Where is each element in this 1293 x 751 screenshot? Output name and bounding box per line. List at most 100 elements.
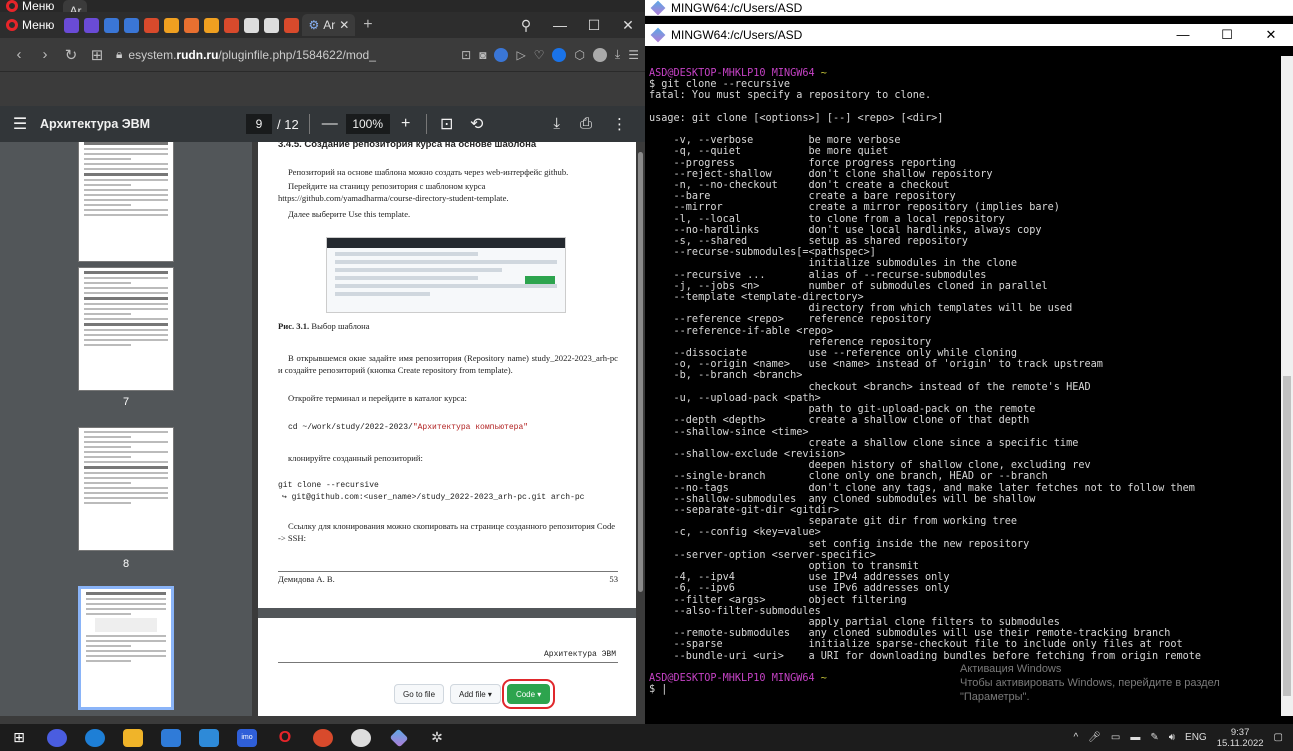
tab-icon-v2[interactable] <box>84 17 100 33</box>
gear-icon[interactable]: ✲ <box>427 729 447 747</box>
pdf-horizontal-scrollbar[interactable] <box>0 716 645 724</box>
chevron-up-icon[interactable]: ^ <box>1073 732 1078 743</box>
pen-icon[interactable]: ✎ <box>1150 732 1158 743</box>
mail-icon[interactable] <box>199 728 219 747</box>
close-button[interactable]: ✕ <box>611 12 645 38</box>
pdf-scrollbar[interactable] <box>636 142 645 716</box>
active-tab[interactable]: ⚙ Ar ✕ <box>302 14 356 36</box>
prompt-path: ~ <box>820 672 827 684</box>
tab-icon-r3[interactable] <box>284 17 300 33</box>
edge-icon[interactable] <box>85 728 105 747</box>
terminal-line: initialize submodules in the clone <box>808 258 1018 270</box>
terminal-scrollbar[interactable] <box>1281 56 1293 716</box>
send-icon[interactable]: ▷ <box>516 48 525 62</box>
minimize-button[interactable]: — <box>543 12 577 38</box>
back-icon[interactable]: ‹ <box>6 46 32 63</box>
windows-start-icon[interactable]: ⊞ <box>9 729 29 747</box>
speed-dial-icon[interactable]: ⊞ <box>84 46 110 64</box>
close-tab-icon[interactable]: ✕ <box>339 18 349 32</box>
zoom-out-button[interactable]: — <box>320 115 340 133</box>
easy-setup-icon[interactable]: ☰ <box>628 48 639 62</box>
yandex-icon[interactable] <box>313 728 333 747</box>
store-icon[interactable] <box>161 728 181 747</box>
print-icon[interactable]: ⎙ <box>580 115 592 133</box>
prompt-user: ASD@DESKTOP-MHKLP10 <box>649 68 766 79</box>
desktop: Меню Ar Меню ⚙ Ar ✕ + ⚲ — ☐ ✕ ‹ › ↻ ⊞ 🔒︎… <box>0 0 1293 751</box>
forward-icon[interactable]: › <box>32 46 58 63</box>
download-icon[interactable]: ⤓ <box>615 47 620 62</box>
zoom-input[interactable]: 100% <box>345 114 390 134</box>
network-icon[interactable]: ▭ <box>1111 732 1120 743</box>
vpn-icon[interactable] <box>494 47 509 62</box>
terminal-title: MINGW64:/c/Users/ASD <box>671 28 803 42</box>
tab-icon-r[interactable] <box>144 17 160 33</box>
url-path: /pluginfile.php/1584622/mod_ <box>218 47 376 62</box>
terminal-line: --reference <repo> reference repository <box>673 314 932 326</box>
terminal-output[interactable]: ASD@DESKTOP-MHKLP10 MINGW64 ~ $ git clon… <box>645 46 1281 724</box>
code-string: "Архитектура компьютера" <box>412 423 529 432</box>
file-explorer-icon[interactable] <box>123 728 143 747</box>
input-line[interactable]: $ | <box>649 684 667 695</box>
go-to-file-image: Go to file <box>394 684 445 704</box>
terminal-line: -b, --branch <branch> <box>673 370 803 382</box>
snapshot-icon[interactable]: ⊡ <box>461 48 471 62</box>
language-indicator[interactable]: ENG <box>1185 732 1207 743</box>
terminal-line: --sparse initialize sparse-checkout file… <box>673 639 1183 651</box>
tab-icon-slack[interactable] <box>104 17 120 33</box>
tab-icon-git[interactable] <box>184 17 200 33</box>
clock[interactable]: 9:37 15.11.2022 <box>1217 727 1264 749</box>
page-footer: Демидова А. В. 53 <box>278 571 618 584</box>
github-icon[interactable] <box>351 728 371 747</box>
paragraph: Ссылку для клонирования можно скопироват… <box>278 521 616 543</box>
tab-icon-r2[interactable] <box>224 17 240 33</box>
maximize-button[interactable]: ☐ <box>577 12 611 38</box>
camera-icon[interactable]: ◙ <box>479 48 486 62</box>
code-line: git clone --recursive <box>278 481 379 490</box>
heart-icon[interactable]: ♡ <box>534 48 545 62</box>
git-bash-icon[interactable] <box>389 728 409 747</box>
tab-icon-v[interactable] <box>64 17 80 33</box>
tab-icon-slack2[interactable] <box>124 17 140 33</box>
reload-icon[interactable]: ↻ <box>58 46 84 64</box>
cube-icon[interactable]: ⬡ <box>574 48 584 62</box>
download-icon[interactable]: ⤓ <box>553 115 560 133</box>
search-tabs-icon[interactable]: ⚲ <box>509 12 543 38</box>
profile-icon[interactable] <box>592 47 607 62</box>
address-field[interactable]: 🔒︎ esystem.rudn.ru/pluginfile.php/158462… <box>110 47 461 62</box>
imo-icon[interactable]: imo <box>237 728 257 747</box>
fit-page-icon[interactable]: ⊡ <box>437 114 457 134</box>
opera-icon <box>6 19 18 31</box>
terminal-line: -6, --ipv6 use IPv6 addresses only <box>673 583 950 595</box>
battery-icon[interactable]: ▬ <box>1130 732 1140 743</box>
pdf-page: 3.4.5. Создание репозитория курса на осн… <box>258 142 636 608</box>
toolbar-divider <box>308 114 310 134</box>
more-icon[interactable]: ⋮ <box>612 115 627 133</box>
new-tab-button[interactable]: + <box>363 16 372 34</box>
code-line: ↪ git@github.com:<user_name>/study_2022-… <box>282 493 585 502</box>
app-icon[interactable] <box>47 728 67 747</box>
github-buttons-image: Go to file Add file ▾ Code ▾ <box>394 679 556 709</box>
maximize-button[interactable]: ☐ <box>1205 27 1249 43</box>
opera-icon[interactable]: O <box>275 729 295 747</box>
tab-icon-play2[interactable] <box>204 17 220 33</box>
menu-button[interactable]: Меню <box>0 12 60 38</box>
thumbnail-page-8[interactable] <box>78 427 174 551</box>
volume-icon[interactable]: 🔊︎ <box>1169 732 1175 743</box>
rotate-icon[interactable]: ⟲ <box>467 114 487 134</box>
tab-icon-github2[interactable] <box>264 17 280 33</box>
tab-icon-github[interactable] <box>244 17 260 33</box>
menu-icon[interactable]: ☰ <box>0 114 40 134</box>
scrollbar-thumb[interactable] <box>638 152 643 592</box>
tab-icon-play[interactable] <box>164 17 180 33</box>
watermark-text: "Параметры". <box>960 691 1030 703</box>
scrollbar-thumb[interactable] <box>1283 376 1291 696</box>
thumbnail-page-7[interactable] <box>78 267 174 391</box>
thumbnail-page-9[interactable] <box>78 586 174 710</box>
notification-icon[interactable]: ▢ <box>1274 732 1283 743</box>
page-number-input[interactable]: 9 <box>246 114 272 134</box>
minimize-button[interactable]: — <box>1161 27 1205 43</box>
mic-icon[interactable]: 🎤︎ <box>1088 732 1101 743</box>
close-button[interactable]: ✕ <box>1249 27 1293 43</box>
zoom-in-button[interactable]: + <box>396 115 416 133</box>
extension-icon[interactable] <box>552 47 567 62</box>
